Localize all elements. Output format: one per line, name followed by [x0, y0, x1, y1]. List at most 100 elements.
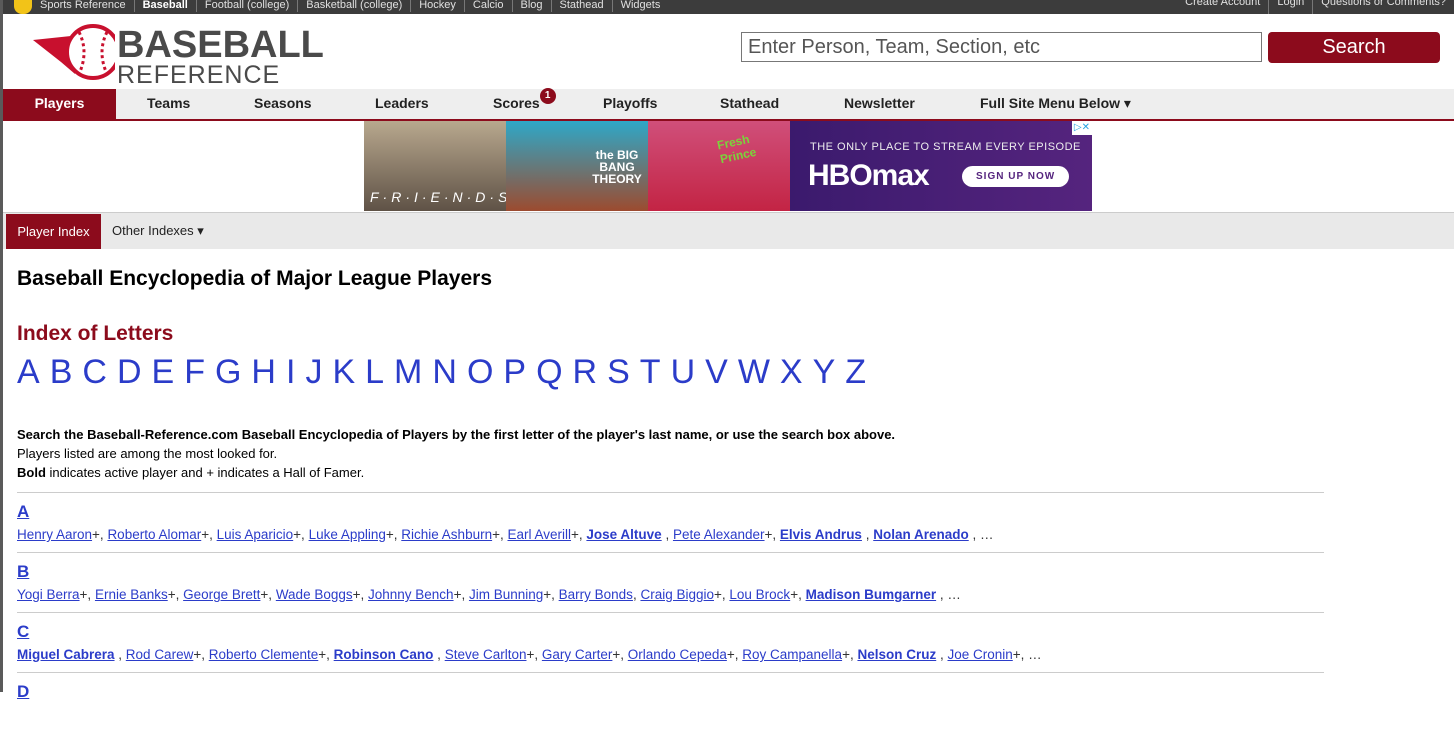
letter-link-c[interactable]: C: [82, 352, 107, 392]
player-link[interactable]: Gary Carter: [542, 647, 613, 662]
topbar-link-stathead[interactable]: Stathead: [550, 0, 612, 12]
baseball-reference-logo[interactable]: BASEBALL REFERENCE: [31, 22, 351, 88]
player-link[interactable]: Luis Aparicio: [217, 527, 294, 542]
letter-link-t[interactable]: T: [640, 352, 661, 392]
letter-section-a: A Henry Aaron+, Roberto Alomar+, Luis Apa…: [17, 492, 1324, 552]
player-link[interactable]: Lou Brock: [729, 587, 790, 602]
player-link[interactable]: Orlando Cepeda: [628, 647, 727, 662]
letter-link-m[interactable]: M: [394, 352, 422, 392]
nav-scores[interactable]: Scores 1: [493, 88, 556, 119]
nav-teams[interactable]: Teams: [147, 89, 190, 119]
player-link[interactable]: Rod Carew: [126, 647, 194, 662]
player-link[interactable]: Johnny Bench: [368, 587, 454, 602]
letter-link-r[interactable]: R: [573, 352, 598, 392]
logo-text-reference: REFERENCE: [117, 61, 281, 89]
letter-link-e[interactable]: E: [152, 352, 175, 392]
letter-link-i[interactable]: I: [286, 352, 295, 392]
player-link[interactable]: Luke Appling: [309, 527, 386, 542]
create-account-link[interactable]: Create Account: [1181, 0, 1268, 14]
nav-leaders[interactable]: Leaders: [375, 89, 429, 119]
letter-link-p[interactable]: P: [503, 352, 526, 392]
player-link[interactable]: Nolan Arenado: [873, 527, 969, 542]
player-link[interactable]: Wade Boggs: [276, 587, 353, 602]
player-link[interactable]: Roberto Alomar: [107, 527, 201, 542]
player-link[interactable]: Nelson Cruz: [857, 647, 936, 662]
player-link[interactable]: Yogi Berra: [17, 587, 80, 602]
player-link[interactable]: Steve Carlton: [445, 647, 527, 662]
letter-link-j[interactable]: J: [305, 352, 322, 392]
questions-link[interactable]: Questions or Comments?: [1312, 0, 1454, 14]
ad-choices-icon[interactable]: ▷✕: [1071, 121, 1092, 135]
player-link[interactable]: Miguel Cabrera: [17, 647, 115, 662]
ad-signup-button[interactable]: SIGN UP NOW: [962, 166, 1070, 187]
nav-stathead[interactable]: Stathead: [720, 89, 779, 119]
section-letter-link[interactable]: D: [17, 682, 29, 702]
player-link[interactable]: Joe Cronin: [947, 647, 1012, 662]
letter-link-z[interactable]: Z: [845, 352, 866, 392]
player-list: Henry Aaron+, Roberto Alomar+, Luis Apar…: [17, 527, 994, 542]
letter-link-k[interactable]: K: [332, 352, 355, 392]
topbar-link-widgets[interactable]: Widgets: [611, 0, 669, 12]
player-link[interactable]: Madison Bumgarner: [806, 587, 937, 602]
tab-other-indexes[interactable]: Other Indexes ▾: [112, 213, 204, 249]
letter-link-d[interactable]: D: [117, 352, 142, 392]
nav-players[interactable]: Players: [3, 89, 116, 119]
player-link[interactable]: Robinson Cano: [334, 647, 434, 662]
player-link[interactable]: Barry Bonds: [559, 587, 633, 602]
topbar-link-sports-reference[interactable]: Sports Reference: [36, 0, 134, 12]
letter-link-n[interactable]: N: [432, 352, 457, 392]
search-button[interactable]: Search: [1268, 32, 1440, 63]
letter-link-g[interactable]: G: [215, 352, 241, 392]
player-link[interactable]: George Brett: [183, 587, 260, 602]
player-link[interactable]: Jim Bunning: [469, 587, 543, 602]
baseball-logo-icon: [33, 24, 115, 80]
player-link[interactable]: Jose Altuve: [586, 527, 661, 542]
nav-seasons[interactable]: Seasons: [254, 89, 312, 119]
section-letter-link[interactable]: C: [17, 622, 29, 642]
player-link[interactable]: Henry Aaron: [17, 527, 92, 542]
player-link[interactable]: Ernie Banks: [95, 587, 168, 602]
player-link[interactable]: Earl Averill: [507, 527, 571, 542]
letter-link-f[interactable]: F: [184, 352, 205, 392]
topbar-link-baseball[interactable]: Baseball: [133, 0, 196, 12]
ad-fresh-prince-logo: Fresh Prince: [715, 131, 758, 167]
letter-link-l[interactable]: L: [365, 352, 384, 392]
player-list: Miguel Cabrera , Rod Carew+, Roberto Cle…: [17, 647, 1042, 662]
description-line-2: Players listed are among the most looked…: [17, 446, 278, 461]
bold-legend: Bold: [17, 465, 46, 480]
player-link[interactable]: Richie Ashburn: [401, 527, 492, 542]
nav-newsletter[interactable]: Newsletter: [844, 89, 915, 119]
letter-link-h[interactable]: H: [251, 352, 276, 392]
letter-link-u[interactable]: U: [671, 352, 696, 392]
letter-link-s[interactable]: S: [607, 352, 630, 392]
letter-link-w[interactable]: W: [738, 352, 770, 392]
letter-link-a[interactable]: A: [17, 352, 40, 392]
tab-player-index[interactable]: Player Index: [6, 214, 101, 249]
topbar-link-hockey[interactable]: Hockey: [410, 0, 464, 12]
sports-reference-topbar: Sports Reference Baseball Football (coll…: [0, 0, 1454, 14]
letter-index: ABCDEFGHIJKLMNOPQRSTUVWXYZ: [17, 352, 876, 392]
topbar-link-basketball[interactable]: Basketball (college): [297, 0, 410, 12]
letter-link-q[interactable]: Q: [536, 352, 562, 392]
section-letter-link[interactable]: A: [17, 502, 29, 522]
letter-link-x[interactable]: X: [780, 352, 803, 392]
login-link[interactable]: Login: [1268, 0, 1312, 14]
section-letter-link[interactable]: B: [17, 562, 29, 582]
player-link[interactable]: Pete Alexander: [673, 527, 765, 542]
index-of-letters-heading: Index of Letters: [17, 322, 174, 345]
letter-link-y[interactable]: Y: [813, 352, 836, 392]
letter-link-b[interactable]: B: [50, 352, 73, 392]
topbar-link-calcio[interactable]: Calcio: [463, 0, 512, 12]
hbo-max-ad-banner[interactable]: F·R·I·E·N·D·S the BIG BANG THEORY Fresh …: [364, 121, 1092, 211]
player-link[interactable]: Roy Campanella: [742, 647, 842, 662]
nav-playoffs[interactable]: Playoffs: [603, 89, 657, 119]
player-link[interactable]: Roberto Clemente: [209, 647, 319, 662]
topbar-link-blog[interactable]: Blog: [511, 0, 551, 12]
nav-full-site-menu[interactable]: Full Site Menu Below ▾: [980, 89, 1131, 119]
player-link[interactable]: Craig Biggio: [640, 587, 714, 602]
letter-link-o[interactable]: O: [467, 352, 493, 392]
letter-link-v[interactable]: V: [705, 352, 728, 392]
player-link[interactable]: Elvis Andrus: [780, 527, 862, 542]
topbar-link-football[interactable]: Football (college): [195, 0, 297, 12]
search-input[interactable]: [741, 32, 1262, 62]
